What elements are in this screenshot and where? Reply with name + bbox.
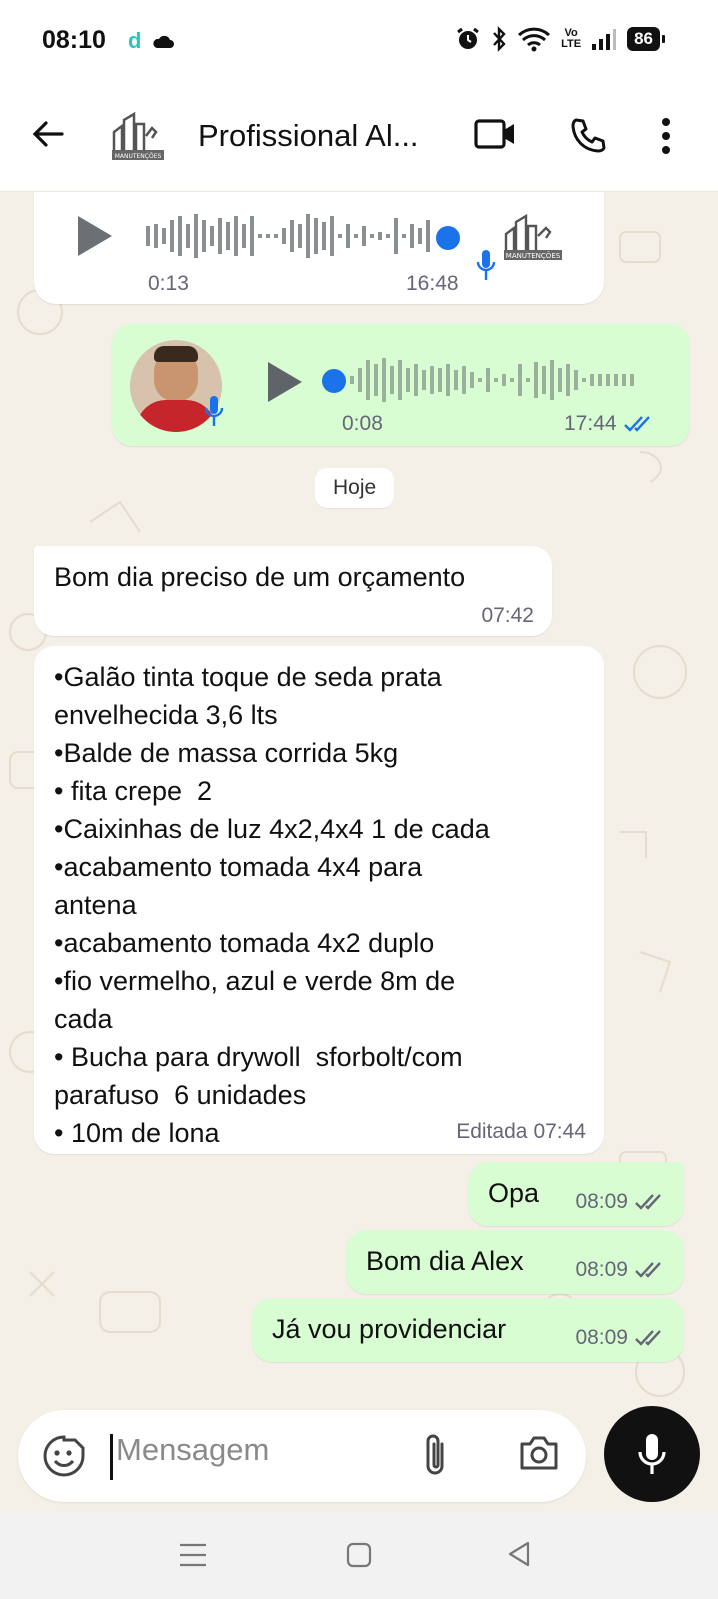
status-bar: 08:10 d Vo LTE 86: [0, 0, 718, 82]
mic-icon: [204, 396, 224, 426]
double-check-icon: [635, 1262, 661, 1278]
camera-icon[interactable]: [518, 1434, 560, 1472]
message-meta: 08:09: [575, 1326, 668, 1350]
svg-text:MANUTENÇÕES: MANUTENÇÕES: [506, 251, 561, 260]
chat-header: MANUTENÇÕES Profissional Al...: [0, 82, 718, 192]
message-meta: Editada 07:44: [456, 1120, 586, 1144]
message-time: 08:09: [575, 1190, 628, 1213]
message-text: Opa: [488, 1178, 540, 1208]
audio-message-incoming: 0:13 16:48 MANUTENÇÕES: [34, 192, 604, 304]
message-composer: [18, 1410, 586, 1502]
audio-duration: 0:13: [148, 272, 189, 295]
message-time: 07:44: [533, 1120, 586, 1143]
waveform[interactable]: [144, 210, 444, 262]
recents-icon[interactable]: [178, 1542, 208, 1568]
volte-indicator: Vo LTE: [561, 27, 582, 50]
edited-label: Editada: [456, 1120, 528, 1143]
app-notification-icon: d: [128, 28, 142, 53]
wifi-icon: [518, 27, 551, 52]
message-meta: 08:09: [575, 1258, 668, 1282]
battery-indicator: 86: [627, 27, 665, 51]
message-text: •Galão tinta toque de seda prata envelhe…: [54, 658, 490, 1152]
cloud-icon: [153, 35, 175, 48]
message-outgoing: Bom dia Alex 08:09: [346, 1230, 684, 1294]
message-meta: 08:09: [575, 1190, 668, 1214]
double-check-read-icon: [623, 416, 650, 432]
video-call-icon[interactable]: [474, 118, 516, 150]
more-vert-icon[interactable]: [660, 116, 672, 156]
message-line: • 10m de lona: [54, 1118, 220, 1148]
double-check-icon: [635, 1194, 661, 1210]
message-incoming: Bom dia preciso de um orçamento 07:42: [34, 546, 552, 636]
home-icon[interactable]: [346, 1542, 372, 1568]
message-text: Bom dia preciso de um orçamento: [54, 562, 466, 592]
chat-area[interactable]: 0:13 16:48 MANUTENÇÕES 0:08 17:44 Hoje B…: [0, 192, 718, 1512]
audio-progress-dot[interactable]: [436, 226, 460, 250]
message-time: 08:09: [575, 1326, 628, 1349]
waveform[interactable]: [348, 354, 648, 406]
message-time: 16:48: [406, 272, 459, 295]
message-time: 08:09: [575, 1258, 628, 1281]
message-outgoing: Já vou providenciar 08:09: [252, 1298, 684, 1362]
message-line: •Balde de massa corrida 5kg: [54, 738, 399, 768]
message-outgoing: Opa 08:09: [468, 1162, 684, 1226]
sticker-emoji-icon[interactable]: [42, 1434, 86, 1478]
message-line: parafuso 6 unidades: [54, 1080, 307, 1110]
message-line: antena: [54, 890, 137, 920]
message-time: 07:42: [481, 604, 534, 627]
message-incoming: •Galão tinta toque de seda prata envelhe…: [34, 646, 604, 1154]
message-line: •fio vermelho, azul e verde 8m de: [54, 966, 456, 996]
message-line: •Caixinhas de luz 4x2,4x4 1 de cada: [54, 814, 490, 844]
day-divider: Hoje: [315, 468, 395, 508]
play-icon[interactable]: [74, 214, 114, 258]
message-text: Bom dia Alex: [366, 1246, 524, 1276]
message-line: cada: [54, 1004, 113, 1034]
contact-logo[interactable]: MANUTENÇÕES: [108, 106, 168, 166]
alarm-icon: [457, 27, 480, 49]
audio-message-outgoing: 0:08 17:44: [112, 324, 690, 446]
svg-text:MANUTENÇÕES: MANUTENÇÕES: [115, 153, 162, 160]
mic-icon: [638, 1434, 666, 1474]
message-time: 17:44: [564, 412, 617, 435]
back-arrow-icon[interactable]: [28, 114, 68, 154]
message-line: •acabamento tomada 4x4 para: [54, 852, 423, 882]
signal-icon: [592, 29, 617, 50]
sender-logo: MANUTENÇÕES: [504, 213, 562, 260]
bluetooth-icon: [493, 26, 506, 52]
clock: 08:10: [42, 26, 106, 54]
play-icon[interactable]: [264, 360, 304, 404]
message-input[interactable]: [116, 1432, 396, 1468]
message-line: envelhecida 3,6 lts: [54, 700, 278, 730]
text-cursor: [110, 1434, 113, 1480]
message-line: • fita crepe 2: [54, 776, 213, 806]
back-icon[interactable]: [506, 1540, 532, 1568]
message-line: •acabamento tomada 4x2 duplo: [54, 928, 435, 958]
message-line: •Galão tinta toque de seda prata: [54, 662, 442, 692]
message-text: Já vou providenciar: [272, 1314, 507, 1344]
voice-call-icon[interactable]: [568, 116, 608, 156]
double-check-icon: [635, 1330, 661, 1346]
contact-name[interactable]: Profissional Al...: [198, 118, 448, 154]
voice-record-button[interactable]: [604, 1406, 700, 1502]
notification-icons: d: [128, 28, 175, 54]
mic-icon: [476, 250, 496, 280]
message-line: • Bucha para drywoll sforbolt/com: [54, 1042, 463, 1072]
system-nav-bar: [0, 1512, 718, 1599]
system-icons: Vo LTE 86: [455, 26, 665, 52]
attach-icon[interactable]: [422, 1432, 450, 1478]
audio-duration: 0:08: [342, 412, 383, 435]
audio-progress-dot[interactable]: [322, 369, 346, 393]
message-meta: 17:44: [564, 412, 657, 436]
